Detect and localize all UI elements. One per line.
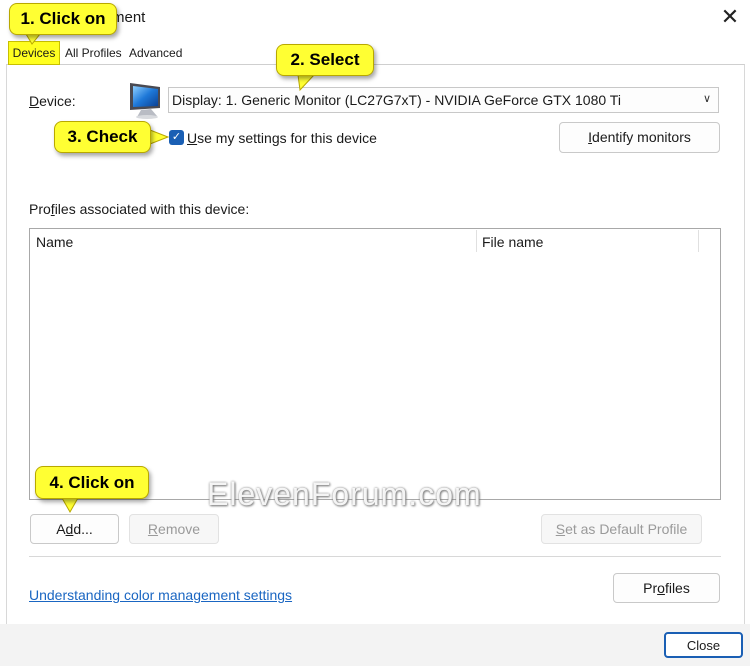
color-management-help-link[interactable]: Understanding color management settings <box>29 587 292 603</box>
close-button[interactable]: Close <box>664 632 743 658</box>
column-separator[interactable] <box>698 230 699 252</box>
use-my-settings-checkbox[interactable]: ✓ <box>169 130 184 145</box>
column-header-file-name[interactable]: File name <box>482 234 543 250</box>
window-title: ment <box>112 9 146 26</box>
device-label-text: evice: <box>39 93 76 109</box>
remove-button[interactable]: Remove <box>129 514 219 544</box>
device-select-value: Display: 1. Generic Monitor (LC27G7xT) -… <box>172 92 621 108</box>
remove-accesskey: R <box>147 521 159 537</box>
default-rest: et as Default Profile <box>565 521 688 537</box>
profiles-button[interactable]: Profiles <box>613 573 720 603</box>
watermark: ElevenForum.com <box>207 476 482 512</box>
profiles-associated-label: Profiles associated with this device: <box>29 201 249 217</box>
column-separator[interactable] <box>476 230 477 252</box>
profiles-list[interactable] <box>29 228 721 500</box>
default-accesskey: S <box>555 521 566 537</box>
device-label-accesskey: D <box>29 93 40 109</box>
identify-label: dentify monitors <box>592 129 691 145</box>
profiles-label-pre: Pro <box>29 201 51 217</box>
profiles-pre: Pr <box>643 580 658 596</box>
add-pre: A <box>56 521 66 537</box>
checkbox-label-text: se my settings for this device <box>197 130 377 146</box>
checkbox-accesskey: U <box>187 130 198 146</box>
identify-monitors-button[interactable]: Identify monitors <box>559 122 720 153</box>
callout-step-3: 3. Check <box>54 121 151 153</box>
profiles-accesskey: o <box>657 580 665 596</box>
close-icon[interactable]: ✕ <box>716 2 744 32</box>
tab-all-profiles[interactable]: All Profiles <box>62 43 125 63</box>
set-default-profile-button[interactable]: Set as Default Profile <box>541 514 702 544</box>
add-button[interactable]: Add... <box>30 514 119 544</box>
dialog-footer <box>0 624 750 666</box>
column-header-name[interactable]: Name <box>36 234 73 250</box>
callout-step-4: 4. Click on <box>35 466 149 499</box>
tab-advanced[interactable]: Advanced <box>126 43 185 63</box>
callout-step-2: 2. Select <box>276 44 374 76</box>
tab-devices[interactable]: Devices <box>8 41 60 65</box>
chevron-down-icon[interactable]: ∨ <box>703 92 711 105</box>
callout-step-1: 1. Click on <box>9 3 117 35</box>
monitor-icon <box>130 83 160 119</box>
use-my-settings-label[interactable]: Use my settings for this device <box>187 130 377 146</box>
add-rest: d... <box>73 521 93 537</box>
profiles-label-rest: iles associated with this device: <box>54 201 250 217</box>
device-label: Device: <box>29 93 76 109</box>
remove-rest: emove <box>158 521 201 537</box>
profiles-rest: files <box>664 580 690 596</box>
divider <box>29 556 721 557</box>
